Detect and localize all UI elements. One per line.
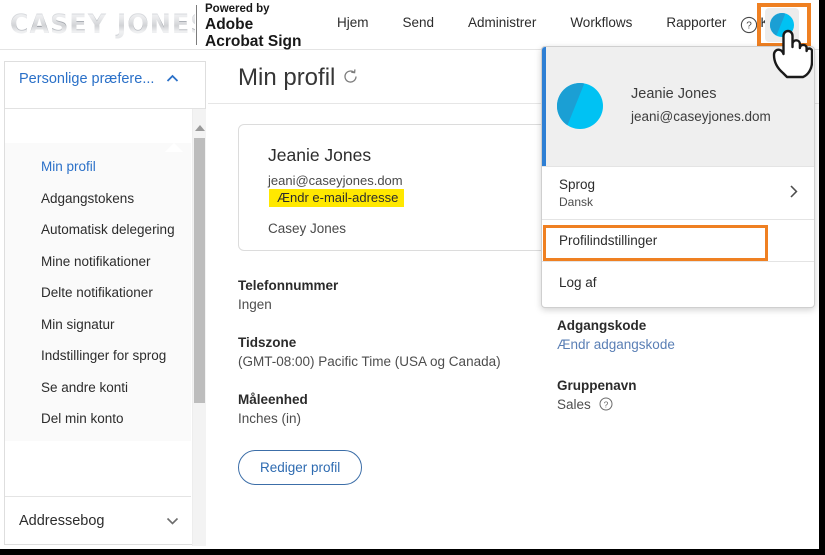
chevron-down-icon [166, 514, 179, 527]
field-tidszone: Tidszone (GMT-08:00) Pacific Time (USA o… [238, 335, 501, 369]
logo-divider [196, 5, 197, 45]
sidebar-item-automatisk-delegering[interactable]: Automatisk delegering [5, 214, 191, 246]
powered-by-label: Powered by [205, 3, 270, 15]
dropdown-user-header: Jeanie Jones jeani@caseyjones.dom [542, 47, 814, 166]
adobe-label: Adobe [205, 15, 254, 33]
field-maaleenhed: Måleenhed Inches (in) [238, 392, 308, 426]
field-maaleenhed-value: Inches (in) [238, 411, 302, 426]
field-telefonnummer: Telefonnummer Ingen [238, 278, 338, 312]
nav-item-workflows[interactable]: Workflows [553, 15, 649, 30]
edit-profile-button[interactable]: Rediger profil [238, 450, 363, 485]
acrobat-sign-label: Acrobat Sign [205, 33, 302, 51]
casey-jones-logo: CASEY JONES [10, 9, 210, 40]
sidebar-group-pointer [165, 143, 183, 152]
sidebar-item-mine-notifikationer[interactable]: Mine notifikationer [5, 246, 191, 278]
sidebar-scrollbar-thumb[interactable] [194, 138, 205, 403]
sidebar-item-indstillinger-for-sprog[interactable]: Indstillinger for sprog [5, 340, 191, 372]
group-help-icon[interactable]: ? [599, 397, 613, 414]
help-icon[interactable]: ? [740, 16, 758, 34]
powered-by-adobe-acrobat-sign: Powered by Adobe Acrobat Sign [205, 3, 301, 51]
field-tidszone-value: (GMT-08:00) Pacific Time (USA og Canada) [238, 354, 501, 369]
profile-email: jeani@caseyjones.dom [268, 173, 403, 188]
svg-text:?: ? [746, 21, 752, 32]
sidebar-item-del-min-konto[interactable]: Del min konto [5, 403, 191, 435]
page-title-text: Min profil [238, 64, 336, 91]
field-maaleenhed-label: Måleenhed [238, 392, 308, 407]
chevron-right-icon [789, 185, 798, 202]
dropdown-item-profilindstillinger[interactable]: Profilindstillinger [542, 219, 814, 261]
change-email-link[interactable]: Ændr e-mail-adresse [269, 189, 405, 207]
dropdown-item-log-af-label: Log af [559, 275, 597, 290]
refresh-icon[interactable] [342, 64, 359, 92]
scrollbar-up-arrow-icon[interactable] [195, 125, 205, 131]
field-gruppenavn-label: Gruppenavn [557, 378, 637, 393]
profile-name: Jeanie Jones [268, 145, 372, 165]
profile-company: Casey Jones [268, 221, 347, 236]
field-gruppenavn-value: Sales [557, 397, 591, 412]
dropdown-user-name: Jeanie Jones [631, 86, 717, 102]
dropdown-item-log-af[interactable]: Log af [542, 261, 814, 303]
chevron-up-icon [166, 73, 179, 85]
nav-item-hjem[interactable]: Hjem [320, 15, 386, 30]
nav-item-rapporter[interactable]: Rapporter [649, 15, 743, 30]
sidebar-item-adgangstokens[interactable]: Adgangstokens [5, 183, 191, 215]
field-adgangskode-label: Adgangskode [557, 318, 647, 333]
dropdown-user-email: jeani@caseyjones.dom [631, 109, 771, 124]
page-title: Min profil [238, 64, 359, 92]
left-sidebar: Personlige præfere... Min profil Adgangs… [4, 61, 206, 546]
sidebar-group-addressebog-label: Addressebog [19, 512, 105, 529]
sidebar-item-min-profil[interactable]: Min profil [5, 151, 191, 183]
field-adgangskode: Adgangskode Ændr adgangskode [557, 318, 675, 352]
field-telefonnummer-value: Ingen [238, 297, 272, 312]
sidebar-item-delte-notifikationer[interactable]: Delte notifikationer [5, 277, 191, 309]
avatar-highlight-annotation [757, 3, 811, 47]
field-tidszone-label: Tidszone [238, 335, 297, 350]
field-telefonnummer-label: Telefonnummer [238, 278, 339, 293]
sidebar-group-label: Personlige præfere... [19, 71, 155, 87]
dropdown-item-profilindstillinger-label: Profilindstillinger [559, 233, 658, 248]
top-navigation-bar: CASEY JONES Powered by Adobe Acrobat Sig… [0, 0, 819, 50]
app-window: CASEY JONES Powered by Adobe Acrobat Sig… [0, 0, 825, 555]
sidebar-subitems: Min profil Adgangstokens Automatisk dele… [5, 143, 191, 441]
field-gruppenavn: Gruppenavn Sales ? [557, 378, 637, 414]
dropdown-item-sprog[interactable]: Sprog Dansk [542, 166, 814, 219]
nav-item-administrer[interactable]: Administrer [451, 15, 553, 30]
window-border-right [819, 0, 825, 555]
nav-item-send[interactable]: Send [386, 15, 452, 30]
dropdown-item-sprog-label: Sprog [559, 177, 596, 192]
change-password-link[interactable]: Ændr adgangskode [557, 337, 675, 352]
main-nav-items: Hjem Send Administrer Workflows Rapporte… [320, 15, 813, 30]
field-gruppenavn-value-row: Sales ? [557, 397, 637, 414]
dropdown-item-sprog-value: Dansk [559, 195, 594, 209]
sidebar-item-min-signatur[interactable]: Min signatur [5, 309, 191, 341]
sidebar-item-se-andre-konti[interactable]: Se andre konti [5, 372, 191, 404]
user-account-dropdown: Jeanie Jones jeani@caseyjones.dom Sprog … [541, 46, 815, 308]
sidebar-group-personlige-praeferencer[interactable]: Personlige præfere... [5, 62, 191, 96]
window-border-bottom [0, 549, 825, 555]
user-avatar-icon [557, 83, 603, 129]
sidebar-group-addressebog[interactable]: Addressebog [5, 496, 191, 544]
svg-text:?: ? [603, 399, 608, 409]
